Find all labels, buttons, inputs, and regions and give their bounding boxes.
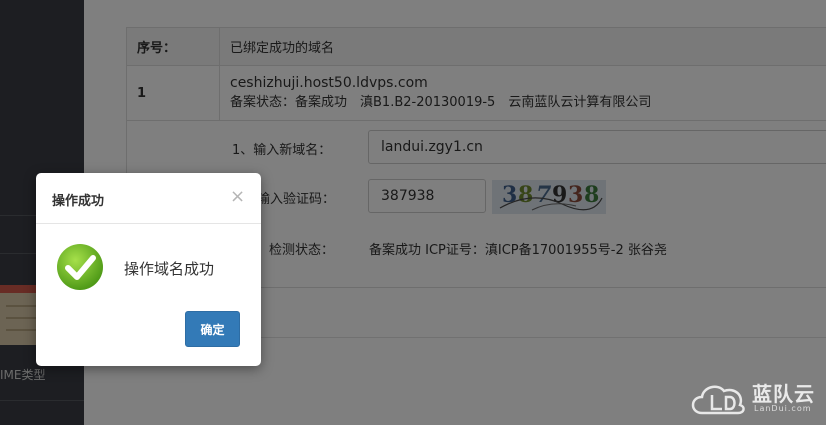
logo-name: 蓝队云	[752, 382, 815, 406]
close-icon[interactable]: ×	[230, 185, 245, 209]
confirm-button[interactable]: 确定	[185, 311, 240, 347]
dialog-message: 操作域名成功	[124, 260, 215, 278]
check-circle-icon	[57, 244, 103, 290]
success-dialog: 操作成功 × 操作域名成功 确定	[36, 173, 261, 366]
dialog-title: 操作成功	[52, 194, 105, 209]
dialog-header: 操作成功 ×	[36, 173, 261, 224]
logo-domain: LanDui.com	[754, 404, 812, 413]
